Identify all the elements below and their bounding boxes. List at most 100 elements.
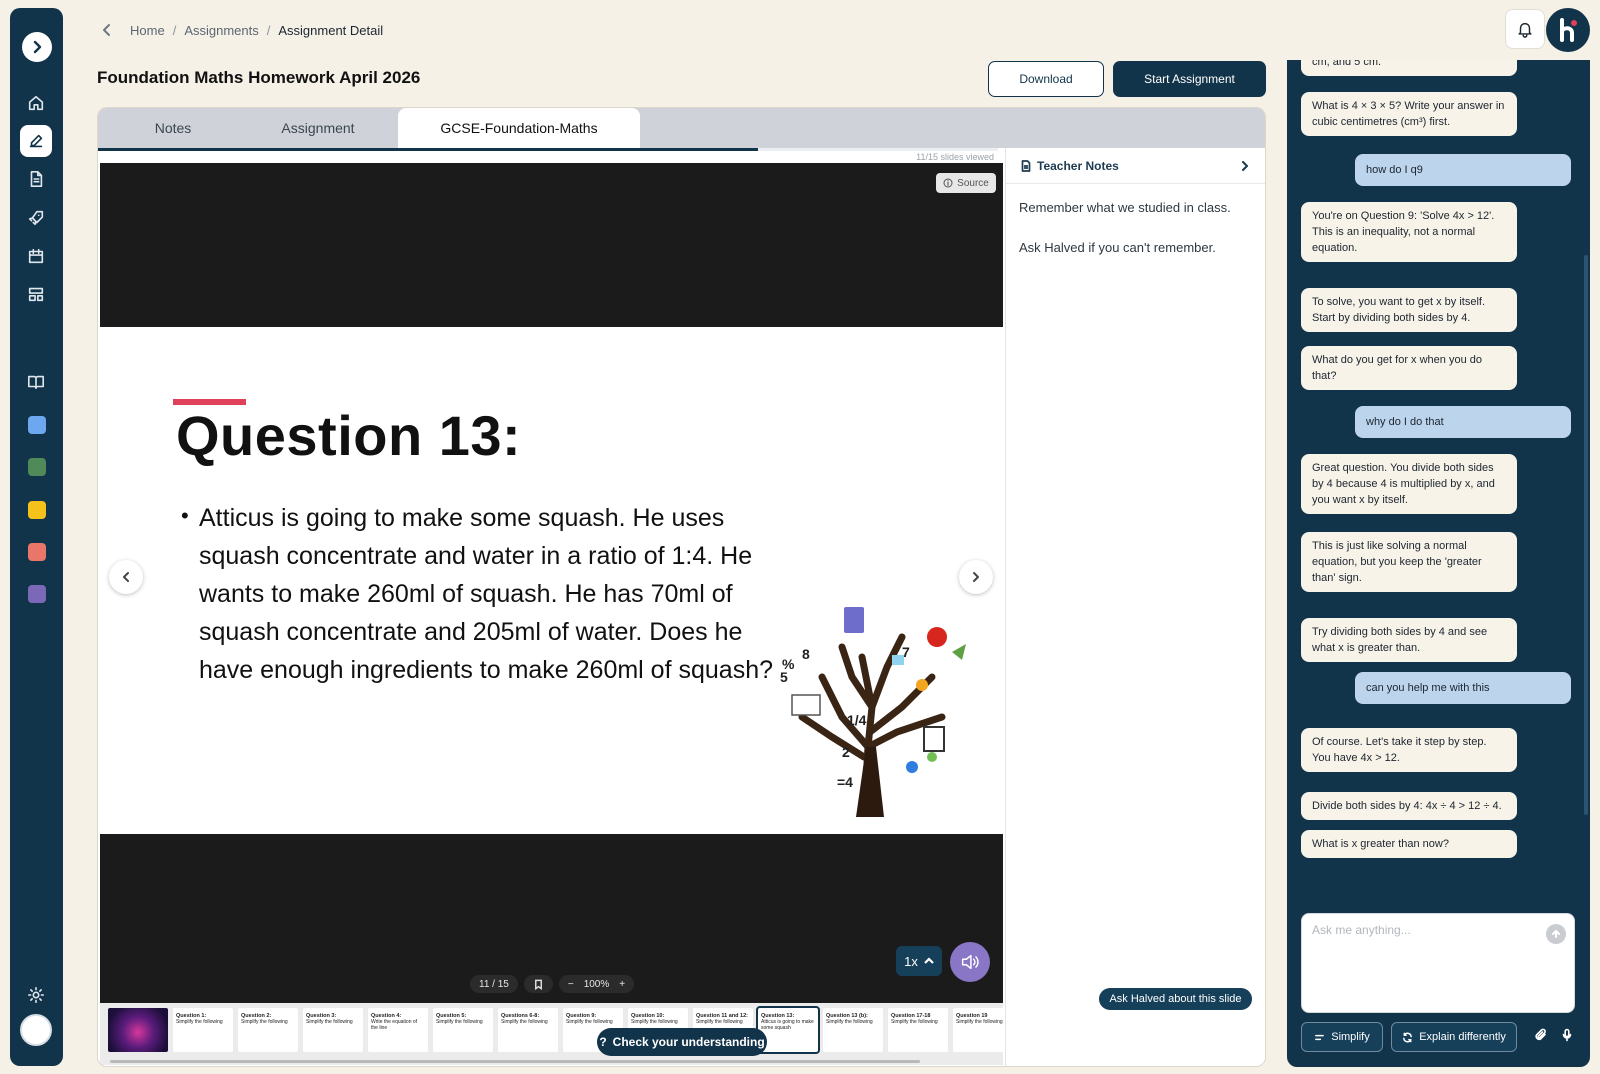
folder-red[interactable] — [28, 543, 46, 561]
ai-message: Divide both sides by 4: 4x ÷ 4 > 12 ÷ 4. — [1301, 792, 1517, 820]
source-button[interactable]: Source — [936, 173, 996, 193]
math-tree-illustration: 8 751/42=4% — [780, 607, 966, 817]
chevron-right-icon — [1242, 161, 1248, 171]
slide-thumbnail-text: Atticus is going to make some squash — [761, 1019, 814, 1031]
breadcrumb-assignments[interactable]: Assignments — [184, 23, 258, 38]
slide-thumbnail-text: Simplify the following — [956, 1019, 1003, 1025]
calendar-button[interactable] — [20, 240, 52, 272]
home-button[interactable] — [20, 87, 52, 119]
slide-progress-fill — [98, 148, 758, 151]
chat-scrollbar[interactable] — [1584, 255, 1588, 815]
chevron-left-icon — [123, 572, 129, 582]
chat-input[interactable] — [1312, 923, 1532, 937]
slide-thumbnail[interactable]: Question 4: Write the equation of the lin… — [368, 1008, 428, 1052]
explain-differently-button[interactable]: Explain differently — [1391, 1022, 1517, 1052]
thumbnails-scrollbar[interactable] — [110, 1060, 920, 1063]
layout-button[interactable] — [20, 278, 52, 310]
attach-button[interactable] — [1534, 1028, 1548, 1047]
page-indicator: 11 / 15 — [470, 975, 518, 993]
document-icon — [30, 170, 43, 188]
folder-blue[interactable] — [28, 416, 46, 434]
page-title: Foundation Maths Homework April 2026 — [97, 68, 421, 87]
folder-yellow[interactable] — [28, 501, 46, 519]
documents-button[interactable] — [20, 163, 52, 195]
ai-message: What do you get for x when you do that? — [1301, 346, 1517, 390]
question-icon: ? — [599, 1035, 607, 1049]
slide-thumbnail[interactable]: Question 2: Simplify the following — [238, 1008, 298, 1052]
slide-thumbnail[interactable]: Question 13 (b): Simplify the following — [823, 1008, 883, 1052]
slide-thumbnail[interactable]: Questions 6-8: Simplify the following — [498, 1008, 558, 1052]
slide-thumbnail-text: Simplify the following — [436, 1019, 483, 1025]
collapse-notes-button[interactable] — [1240, 160, 1250, 174]
paperclip-icon — [1535, 1028, 1546, 1041]
ai-message: Of course. Let's take it step by step. Y… — [1301, 728, 1517, 772]
ai-message: You're on Question 9: 'Solve 4x > 12'. T… — [1301, 202, 1517, 262]
start-assignment-button[interactable]: Start Assignment — [1113, 61, 1266, 97]
breadcrumb: Home / Assignments / Assignment Detail — [100, 21, 383, 39]
halved-logo[interactable] — [1546, 8, 1590, 52]
audio-button[interactable] — [950, 942, 990, 982]
next-slide-button[interactable] — [959, 560, 993, 594]
svg-text:%: % — [782, 656, 795, 672]
slide-thumbnail[interactable]: Question 17-18 Simplify the following — [888, 1008, 948, 1052]
previous-slide-button[interactable] — [109, 560, 143, 594]
expand-sidebar-button[interactable] — [22, 32, 52, 62]
left-sidebar — [10, 8, 63, 1066]
tab-assignment[interactable]: Assignment — [238, 108, 398, 148]
ai-message: Great question. You divide both sides by… — [1301, 454, 1517, 514]
rocket-icon — [28, 210, 44, 226]
microphone-button[interactable] — [1560, 1028, 1574, 1047]
slide-thumbnail[interactable] — [108, 1008, 168, 1052]
folder-purple[interactable] — [28, 585, 46, 603]
send-button[interactable] — [1546, 924, 1566, 944]
playback-speed-button[interactable]: 1x — [896, 946, 942, 976]
slides-viewed-count: 11/15 slides viewed — [916, 152, 994, 162]
chevron-left-icon — [103, 24, 110, 36]
slide-stage: Source Question 13: Atticus is going to … — [100, 163, 1003, 1003]
teacher-note: Ask Halved if you can't remember. — [1019, 240, 1216, 255]
slide-thumbnail[interactable]: Question 3: Simplify the following — [303, 1008, 363, 1052]
settings-button[interactable] — [20, 979, 52, 1011]
slide-thumbnail[interactable]: Question 19 Simplify the following — [953, 1008, 1003, 1052]
chevron-right-icon — [973, 572, 979, 582]
playback-speed-label: 1x — [904, 953, 918, 969]
assignments-button[interactable] — [20, 125, 52, 157]
slide-thumbnail[interactable]: Question 13: Atticus is going to make som… — [756, 1006, 820, 1054]
zoom-out-button[interactable]: − — [568, 979, 574, 990]
zoom-in-button[interactable]: + — [619, 979, 625, 990]
user-message: can you help me with this — [1355, 672, 1571, 704]
slide-thumbnail-text: Simplify the following — [306, 1019, 353, 1025]
ai-message: What is 4 × 3 × 5? Write your answer in … — [1301, 92, 1517, 136]
svg-text:=4: =4 — [837, 774, 853, 790]
teacher-notes-title: Teacher Notes — [1037, 158, 1119, 173]
library-button[interactable] — [20, 366, 52, 398]
teacher-notes-header[interactable]: Teacher Notes — [1006, 148, 1265, 184]
halved-logo-icon — [1560, 18, 1577, 42]
slide-thumbnail[interactable]: Question 5: Simplify the following — [433, 1008, 493, 1052]
download-button[interactable]: Download — [988, 61, 1104, 97]
chat-input-box[interactable] — [1301, 913, 1575, 1013]
tab-gcse-foundation-maths[interactable]: GCSE-Foundation-Maths — [398, 108, 640, 148]
bookmark-button[interactable] — [523, 975, 553, 993]
avatar[interactable] — [20, 1014, 52, 1046]
simplify-button[interactable]: Simplify — [1301, 1022, 1383, 1052]
back-button[interactable] — [100, 23, 114, 37]
ai-message: What is x greater than now? — [1301, 830, 1517, 858]
home-icon — [28, 95, 44, 111]
teacher-notes-pane: Teacher Notes Remember what we studied i… — [1005, 148, 1265, 1066]
refresh-icon — [1403, 1032, 1413, 1042]
ask-about-slide-button[interactable]: Ask Halved about this slide — [1099, 988, 1252, 1010]
folder-green[interactable] — [28, 458, 46, 476]
ai-message: To solve, you want to get x by itself. S… — [1301, 288, 1517, 332]
breadcrumb-home[interactable]: Home — [130, 23, 165, 38]
slide-thumbnail[interactable]: Question 1: Simplify the following — [173, 1008, 233, 1052]
notifications-button[interactable] — [1505, 9, 1545, 49]
arrow-up-icon — [1552, 929, 1560, 938]
check-understanding-button[interactable]: ? Check your understanding — [597, 1028, 767, 1056]
launch-button[interactable] — [20, 202, 52, 234]
tab-notes[interactable]: Notes — [108, 108, 238, 148]
calendar-icon — [28, 248, 44, 264]
slide-content: Question 13: Atticus is going to make so… — [100, 327, 1003, 834]
layout-icon — [28, 287, 44, 302]
info-icon — [943, 178, 953, 188]
